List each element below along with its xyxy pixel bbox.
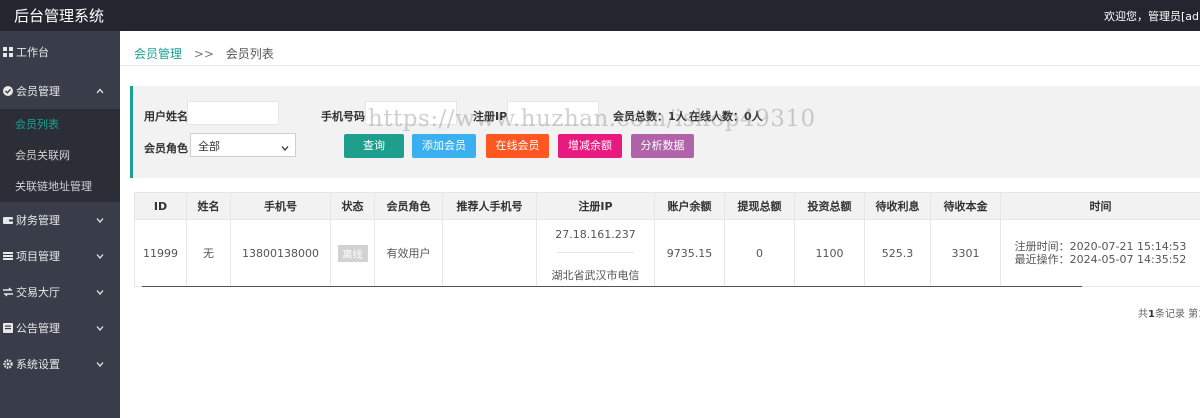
- pager-prefix: 共: [1138, 309, 1148, 320]
- breadcrumb-parent[interactable]: 会员管理: [134, 47, 182, 61]
- gear-icon: [3, 359, 13, 369]
- reg-ip-label: 注册IP: [473, 110, 508, 123]
- col-header[interactable]: 注册IP: [536, 192, 655, 220]
- chevron-up-icon: [96, 85, 104, 94]
- notice-icon: [3, 323, 13, 333]
- phone-input[interactable]: [365, 101, 457, 125]
- cell-balance: 9735.15: [654, 219, 725, 287]
- cell-reg-ip: 27.18.161.237 湖北省武汉市电信: [536, 219, 655, 287]
- main-content: 会员管理 >> 会员列表 用户姓名 手机号码 注册IP 会员总数：1人 在线人数…: [120, 31, 1200, 418]
- col-header[interactable]: 待收本金: [930, 192, 1001, 220]
- ip-location: 湖北省武汉市电信: [551, 269, 640, 282]
- sidebar-item-label: 财务管理: [16, 214, 60, 227]
- chevron-down-icon: [96, 286, 104, 295]
- check-circle-icon: [3, 86, 13, 96]
- col-header[interactable]: 手机号: [230, 192, 331, 220]
- chevron-down-icon: [96, 250, 104, 259]
- cell-referrer-phone: [442, 219, 537, 287]
- col-header[interactable]: 账户余额: [654, 192, 725, 220]
- sidebar-item-projects[interactable]: 项目管理: [0, 238, 120, 274]
- cell-pending-principal: 3301: [930, 219, 1001, 287]
- col-header[interactable]: 状态: [330, 192, 375, 220]
- chevron-down-icon: [96, 322, 104, 331]
- role-select[interactable]: 全部: [190, 133, 296, 157]
- cell-invest-total: 1100: [794, 219, 865, 287]
- role-select-value: 全部: [198, 140, 220, 153]
- adjust-balance-button[interactable]: 增减余额: [558, 134, 622, 158]
- exchange-icon: [3, 287, 13, 297]
- table-row[interactable]: 11999 无 13800138000 离线 有效用户 27.18.161.23…: [134, 219, 1200, 287]
- chevron-down-icon: [281, 142, 289, 151]
- role-label: 会员角色: [144, 142, 188, 155]
- welcome-text[interactable]: 欢迎您，管理员[admin]: [1104, 8, 1200, 24]
- sidebar-item-trading-hall[interactable]: 交易大厅: [0, 274, 120, 310]
- sidebar-item-label: 项目管理: [16, 250, 60, 263]
- chevron-down-icon: [96, 358, 104, 367]
- sidebar: 工作台 会员管理 会员列表 会员关联网 关联链地址管理 财务管理 项目管理 交易…: [0, 31, 120, 418]
- col-header[interactable]: 待收利息: [864, 192, 931, 220]
- reg-ip-value: 27.18.161.237: [555, 228, 636, 241]
- cell-phone: 13800138000: [230, 219, 331, 287]
- table-header-row: ID 姓名 手机号 状态 会员角色 推荐人手机号 注册IP 账户余额 提现总额 …: [134, 192, 1200, 220]
- phone-label: 手机号码: [321, 110, 365, 123]
- pager-count: 1: [1148, 309, 1155, 320]
- search-panel: 用户姓名 手机号码 注册IP 会员总数：1人 在线人数：0人 会员角色 全部 查…: [130, 86, 1200, 178]
- col-header[interactable]: 会员角色: [374, 192, 443, 220]
- sidebar-subitem-chain-address[interactable]: 关联链地址管理: [0, 171, 120, 202]
- list-icon: [3, 251, 13, 261]
- sidebar-item-finance[interactable]: 财务管理: [0, 202, 120, 238]
- analyze-data-button[interactable]: 分析数据: [631, 134, 694, 158]
- last-action-time: 最近操作：2024-05-07 14:35:52: [1014, 253, 1187, 266]
- add-member-button[interactable]: 添加会员: [412, 134, 476, 158]
- col-header[interactable]: 投资总额: [794, 192, 865, 220]
- col-header[interactable]: 时间: [1000, 192, 1200, 220]
- query-button[interactable]: 查询: [344, 134, 404, 158]
- pagination-summary: 共1条记录 第1: [1138, 305, 1200, 320]
- sidebar-subitem-member-list[interactable]: 会员列表: [0, 109, 120, 140]
- sidebar-item-settings[interactable]: 系统设置: [0, 346, 120, 382]
- breadcrumb-current: 会员列表: [225, 47, 274, 61]
- wallet-icon: [3, 215, 13, 225]
- sidebar-item-label: 会员管理: [16, 85, 60, 98]
- pager-suffix: 条记录 第1: [1154, 309, 1200, 320]
- cell-id: 11999: [134, 219, 187, 287]
- table-scrollbar[interactable]: [142, 286, 1082, 287]
- sidebar-item-notices[interactable]: 公告管理: [0, 310, 120, 346]
- cell-withdraw-total: 0: [724, 219, 795, 287]
- online-member-button[interactable]: 在线会员: [486, 134, 549, 158]
- cell-time: 注册时间：2020-07-21 15:14:53 最近操作：2024-05-07…: [1000, 219, 1200, 287]
- col-header[interactable]: ID: [134, 192, 187, 220]
- divider: [120, 65, 1200, 66]
- cell-name: 无: [186, 219, 231, 287]
- cell-status: 离线: [330, 219, 375, 287]
- username-label: 用户姓名: [144, 110, 188, 123]
- sidebar-item-members[interactable]: 会员管理: [0, 73, 120, 109]
- home-icon: [3, 47, 13, 57]
- col-header[interactable]: 推荐人手机号: [442, 192, 537, 220]
- breadcrumb-separator: >>: [193, 47, 214, 61]
- col-header[interactable]: 提现总额: [724, 192, 795, 220]
- cell-pending-interest: 525.3: [864, 219, 931, 287]
- total-members-count: 会员总数：1人: [613, 110, 687, 123]
- register-time: 注册时间：2020-07-21 15:14:53: [1014, 240, 1187, 253]
- members-submenu: 会员列表 会员关联网 关联链地址管理: [0, 109, 120, 202]
- sidebar-item-label: 工作台: [16, 46, 49, 59]
- sidebar-item-label: 交易大厅: [16, 286, 60, 299]
- username-input[interactable]: [187, 101, 279, 125]
- top-header: 后台管理系统 欢迎您，管理员[admin]: [0, 0, 1200, 31]
- breadcrumb: 会员管理 >> 会员列表: [134, 45, 274, 62]
- online-members-count: 在线人数：0人: [689, 110, 763, 123]
- app-title: 后台管理系统: [14, 7, 105, 25]
- status-badge: 离线: [337, 244, 368, 262]
- col-header[interactable]: 姓名: [186, 192, 231, 220]
- sidebar-item-dashboard[interactable]: 工作台: [0, 31, 120, 73]
- member-table: ID 姓名 手机号 状态 会员角色 推荐人手机号 注册IP 账户余额 提现总额 …: [134, 192, 1200, 287]
- sidebar-subitem-member-network[interactable]: 会员关联网: [0, 140, 120, 171]
- chevron-down-icon: [96, 214, 104, 223]
- divider: [557, 252, 634, 253]
- cell-role: 有效用户: [374, 219, 443, 287]
- sidebar-item-label: 系统设置: [16, 358, 60, 371]
- sidebar-item-label: 公告管理: [16, 322, 60, 335]
- reg-ip-input[interactable]: [507, 101, 599, 125]
